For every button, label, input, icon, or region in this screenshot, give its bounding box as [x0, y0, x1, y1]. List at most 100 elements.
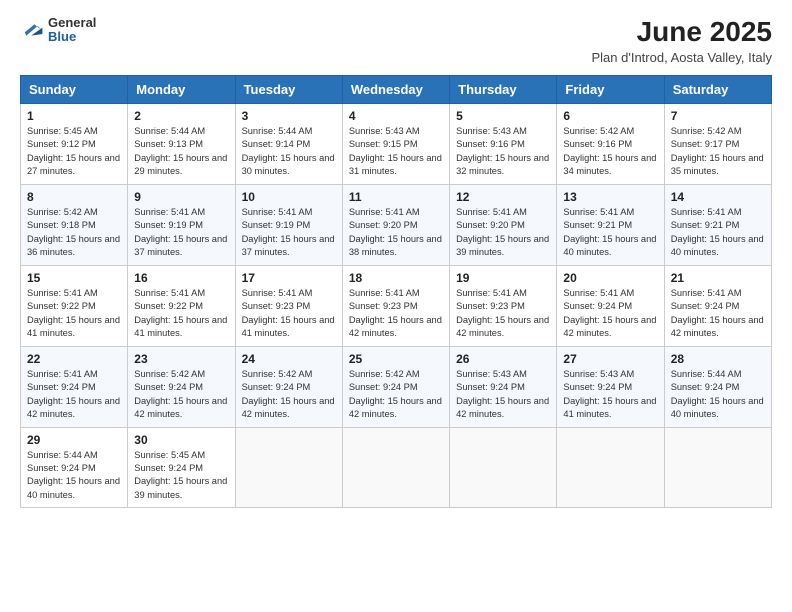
calendar-week-row: 15 Sunrise: 5:41 AMSunset: 9:22 PMDaylig… — [21, 265, 772, 346]
day-number: 29 — [27, 433, 121, 447]
day-detail: Sunrise: 5:43 AMSunset: 9:24 PMDaylight:… — [563, 368, 657, 422]
day-number: 8 — [27, 190, 121, 204]
day-number: 12 — [456, 190, 550, 204]
day-number: 9 — [134, 190, 228, 204]
calendar-week-row: 8 Sunrise: 5:42 AMSunset: 9:18 PMDayligh… — [21, 184, 772, 265]
day-number: 3 — [242, 109, 336, 123]
day-detail: Sunrise: 5:41 AMSunset: 9:23 PMDaylight:… — [456, 287, 550, 341]
table-row — [450, 427, 557, 508]
day-detail: Sunrise: 5:45 AMSunset: 9:24 PMDaylight:… — [134, 449, 228, 503]
table-row: 11 Sunrise: 5:41 AMSunset: 9:20 PMDaylig… — [342, 184, 449, 265]
day-detail: Sunrise: 5:43 AMSunset: 9:24 PMDaylight:… — [456, 368, 550, 422]
header-wednesday: Wednesday — [342, 76, 449, 104]
day-number: 13 — [563, 190, 657, 204]
day-detail: Sunrise: 5:42 AMSunset: 9:24 PMDaylight:… — [349, 368, 443, 422]
header-monday: Monday — [128, 76, 235, 104]
table-row: 9 Sunrise: 5:41 AMSunset: 9:19 PMDayligh… — [128, 184, 235, 265]
title-block: June 2025 Plan d'Introd, Aosta Valley, I… — [592, 16, 773, 65]
table-row: 29 Sunrise: 5:44 AMSunset: 9:24 PMDaylig… — [21, 427, 128, 508]
day-detail: Sunrise: 5:42 AMSunset: 9:24 PMDaylight:… — [242, 368, 336, 422]
table-row: 12 Sunrise: 5:41 AMSunset: 9:20 PMDaylig… — [450, 184, 557, 265]
day-number: 7 — [671, 109, 765, 123]
day-number: 22 — [27, 352, 121, 366]
header-sunday: Sunday — [21, 76, 128, 104]
table-row: 3 Sunrise: 5:44 AMSunset: 9:14 PMDayligh… — [235, 104, 342, 185]
day-detail: Sunrise: 5:42 AMSunset: 9:24 PMDaylight:… — [134, 368, 228, 422]
day-detail: Sunrise: 5:41 AMSunset: 9:24 PMDaylight:… — [671, 287, 765, 341]
calendar-week-row: 22 Sunrise: 5:41 AMSunset: 9:24 PMDaylig… — [21, 346, 772, 427]
calendar-table: Sunday Monday Tuesday Wednesday Thursday… — [20, 75, 772, 508]
logo-icon — [20, 18, 44, 42]
day-detail: Sunrise: 5:41 AMSunset: 9:21 PMDaylight:… — [563, 206, 657, 260]
table-row — [664, 427, 771, 508]
day-number: 24 — [242, 352, 336, 366]
table-row: 7 Sunrise: 5:42 AMSunset: 9:17 PMDayligh… — [664, 104, 771, 185]
header-thursday: Thursday — [450, 76, 557, 104]
day-detail: Sunrise: 5:41 AMSunset: 9:20 PMDaylight:… — [456, 206, 550, 260]
day-detail: Sunrise: 5:41 AMSunset: 9:24 PMDaylight:… — [563, 287, 657, 341]
table-row: 19 Sunrise: 5:41 AMSunset: 9:23 PMDaylig… — [450, 265, 557, 346]
day-number: 30 — [134, 433, 228, 447]
table-row: 17 Sunrise: 5:41 AMSunset: 9:23 PMDaylig… — [235, 265, 342, 346]
table-row: 21 Sunrise: 5:41 AMSunset: 9:24 PMDaylig… — [664, 265, 771, 346]
day-number: 1 — [27, 109, 121, 123]
day-detail: Sunrise: 5:41 AMSunset: 9:22 PMDaylight:… — [27, 287, 121, 341]
logo-text: General Blue — [48, 16, 96, 45]
table-row: 14 Sunrise: 5:41 AMSunset: 9:21 PMDaylig… — [664, 184, 771, 265]
calendar-title: June 2025 — [592, 16, 773, 48]
day-number: 6 — [563, 109, 657, 123]
table-row: 18 Sunrise: 5:41 AMSunset: 9:23 PMDaylig… — [342, 265, 449, 346]
day-detail: Sunrise: 5:41 AMSunset: 9:23 PMDaylight:… — [242, 287, 336, 341]
table-row: 2 Sunrise: 5:44 AMSunset: 9:13 PMDayligh… — [128, 104, 235, 185]
table-row — [235, 427, 342, 508]
day-number: 26 — [456, 352, 550, 366]
day-detail: Sunrise: 5:41 AMSunset: 9:22 PMDaylight:… — [134, 287, 228, 341]
table-row: 24 Sunrise: 5:42 AMSunset: 9:24 PMDaylig… — [235, 346, 342, 427]
day-number: 25 — [349, 352, 443, 366]
table-row: 1 Sunrise: 5:45 AMSunset: 9:12 PMDayligh… — [21, 104, 128, 185]
day-number: 4 — [349, 109, 443, 123]
header: General Blue June 2025 Plan d'Introd, Ao… — [20, 16, 772, 65]
day-detail: Sunrise: 5:41 AMSunset: 9:20 PMDaylight:… — [349, 206, 443, 260]
day-number: 11 — [349, 190, 443, 204]
header-friday: Friday — [557, 76, 664, 104]
table-row — [342, 427, 449, 508]
table-row: 27 Sunrise: 5:43 AMSunset: 9:24 PMDaylig… — [557, 346, 664, 427]
table-row: 15 Sunrise: 5:41 AMSunset: 9:22 PMDaylig… — [21, 265, 128, 346]
table-row: 13 Sunrise: 5:41 AMSunset: 9:21 PMDaylig… — [557, 184, 664, 265]
day-detail: Sunrise: 5:41 AMSunset: 9:21 PMDaylight:… — [671, 206, 765, 260]
table-row: 6 Sunrise: 5:42 AMSunset: 9:16 PMDayligh… — [557, 104, 664, 185]
day-number: 18 — [349, 271, 443, 285]
day-detail: Sunrise: 5:44 AMSunset: 9:14 PMDaylight:… — [242, 125, 336, 179]
calendar-week-row: 1 Sunrise: 5:45 AMSunset: 9:12 PMDayligh… — [21, 104, 772, 185]
day-number: 21 — [671, 271, 765, 285]
day-detail: Sunrise: 5:42 AMSunset: 9:17 PMDaylight:… — [671, 125, 765, 179]
day-detail: Sunrise: 5:42 AMSunset: 9:18 PMDaylight:… — [27, 206, 121, 260]
day-detail: Sunrise: 5:45 AMSunset: 9:12 PMDaylight:… — [27, 125, 121, 179]
page: General Blue June 2025 Plan d'Introd, Ao… — [0, 0, 792, 612]
day-number: 14 — [671, 190, 765, 204]
day-detail: Sunrise: 5:41 AMSunset: 9:24 PMDaylight:… — [27, 368, 121, 422]
day-number: 23 — [134, 352, 228, 366]
table-row — [557, 427, 664, 508]
logo-general: General — [48, 16, 96, 30]
day-detail: Sunrise: 5:41 AMSunset: 9:19 PMDaylight:… — [242, 206, 336, 260]
calendar-subtitle: Plan d'Introd, Aosta Valley, Italy — [592, 50, 773, 65]
table-row: 28 Sunrise: 5:44 AMSunset: 9:24 PMDaylig… — [664, 346, 771, 427]
day-number: 10 — [242, 190, 336, 204]
table-row: 20 Sunrise: 5:41 AMSunset: 9:24 PMDaylig… — [557, 265, 664, 346]
day-number: 17 — [242, 271, 336, 285]
logo-blue: Blue — [48, 30, 96, 44]
day-detail: Sunrise: 5:41 AMSunset: 9:23 PMDaylight:… — [349, 287, 443, 341]
day-detail: Sunrise: 5:44 AMSunset: 9:24 PMDaylight:… — [27, 449, 121, 503]
day-detail: Sunrise: 5:44 AMSunset: 9:13 PMDaylight:… — [134, 125, 228, 179]
day-number: 19 — [456, 271, 550, 285]
table-row: 16 Sunrise: 5:41 AMSunset: 9:22 PMDaylig… — [128, 265, 235, 346]
day-number: 28 — [671, 352, 765, 366]
day-number: 5 — [456, 109, 550, 123]
table-row: 25 Sunrise: 5:42 AMSunset: 9:24 PMDaylig… — [342, 346, 449, 427]
day-number: 16 — [134, 271, 228, 285]
day-detail: Sunrise: 5:41 AMSunset: 9:19 PMDaylight:… — [134, 206, 228, 260]
table-row: 30 Sunrise: 5:45 AMSunset: 9:24 PMDaylig… — [128, 427, 235, 508]
table-row: 26 Sunrise: 5:43 AMSunset: 9:24 PMDaylig… — [450, 346, 557, 427]
